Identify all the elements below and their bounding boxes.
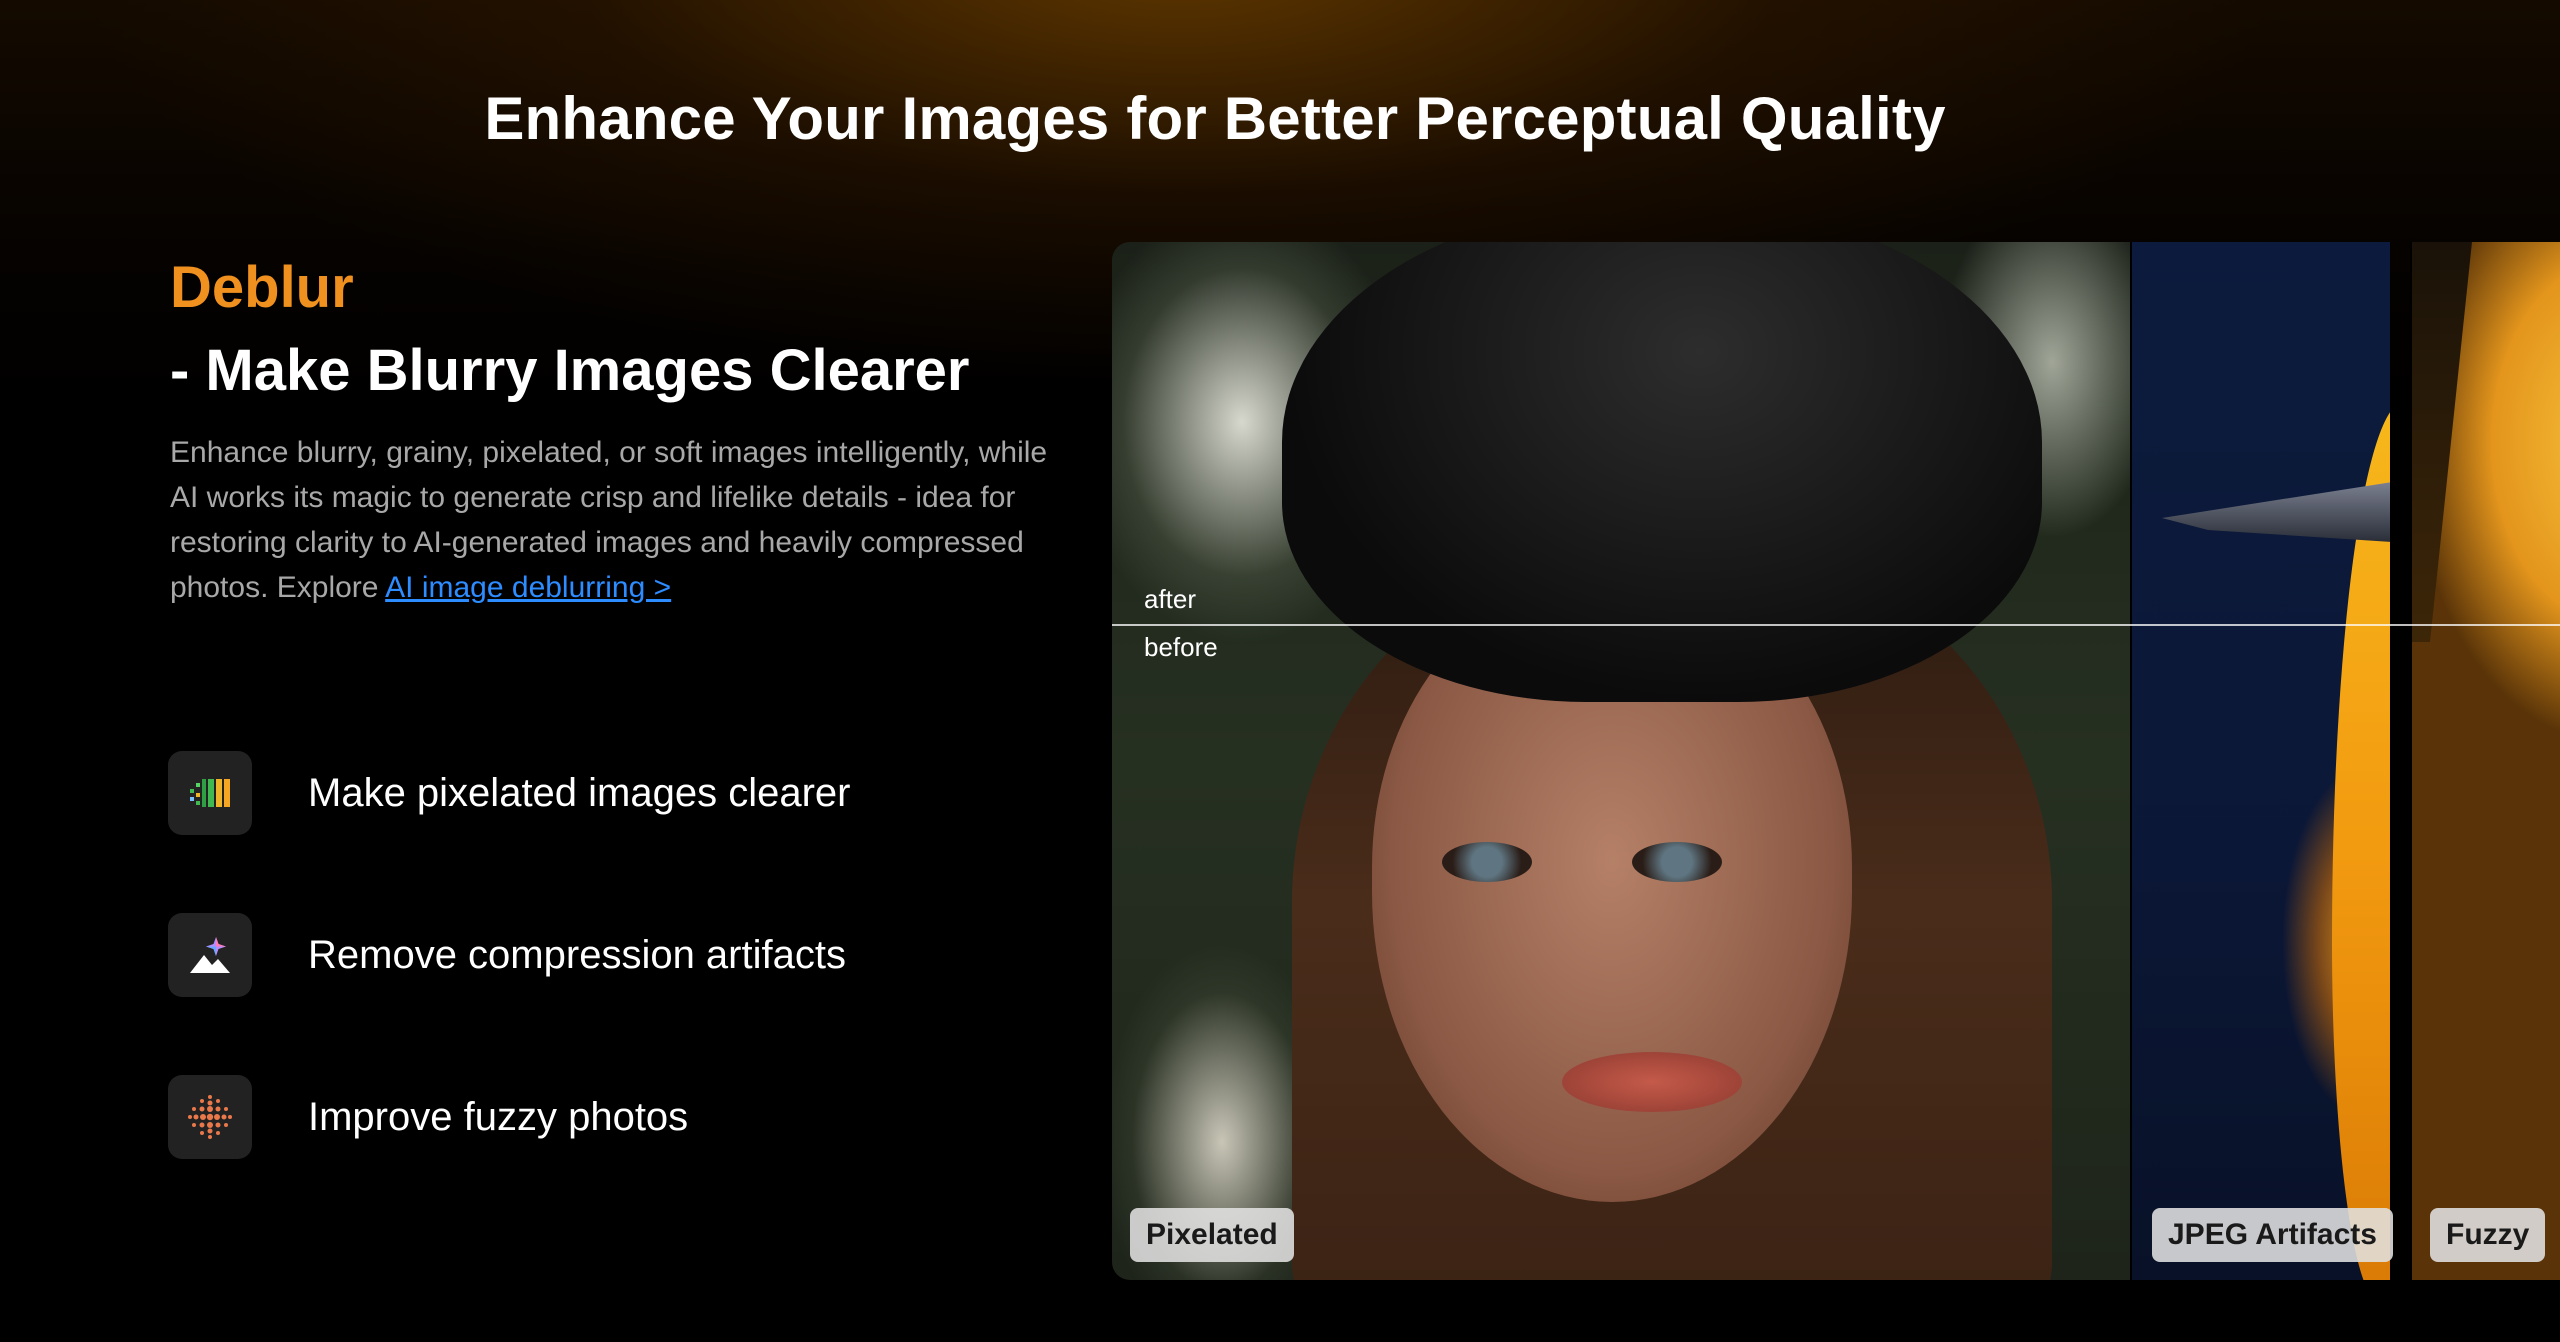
deblur-link[interactable]: AI image deblurring > xyxy=(385,571,671,604)
fuzzy-shape xyxy=(2412,242,2472,642)
pixel-bars-icon xyxy=(168,751,252,835)
tag-fuzzy: Fuzzy xyxy=(2430,1208,2546,1262)
comparison-gallery[interactable]: after before Pixelated JPEG Artifacts Fu… xyxy=(1112,242,2560,1280)
before-after-divider[interactable] xyxy=(1112,624,2560,626)
beak-shape xyxy=(2162,482,2390,542)
feature-points: Make pixelated images clearer Remove com… xyxy=(168,750,1048,1236)
tag-pixelated: Pixelated xyxy=(1130,1208,1294,1262)
eye-shape xyxy=(1632,842,1722,882)
lips-shape xyxy=(1562,1052,1742,1112)
jpeg-comparison-image[interactable] xyxy=(2132,242,2390,1280)
point-compression: Remove compression artifacts xyxy=(168,912,1048,998)
point-label: Improve fuzzy photos xyxy=(308,1094,689,1139)
feature-description: Enhance blurry, grainy, pixelated, or so… xyxy=(170,430,1050,610)
feature-name: Deblur xyxy=(170,255,354,320)
point-pixelated: Make pixelated images clearer xyxy=(168,750,1048,836)
dot-grid-icon xyxy=(168,1075,252,1159)
hat-shape xyxy=(1282,242,2042,702)
page: Enhance Your Images for Better Perceptua… xyxy=(0,0,2560,1342)
after-label: after xyxy=(1144,584,1197,614)
page-title: Enhance Your Images for Better Perceptua… xyxy=(484,85,1946,152)
pixelated-comparison-image[interactable] xyxy=(1112,242,2130,1280)
feature-text: Deblur - Make Blurry Images Clearer Enha… xyxy=(170,250,1050,610)
point-label: Make pixelated images clearer xyxy=(308,770,851,815)
sparkle-mountain-icon xyxy=(168,913,252,997)
fuzzy-comparison-image[interactable] xyxy=(2412,242,2560,1280)
eye-shape xyxy=(1442,842,1532,882)
point-fuzzy: Improve fuzzy photos xyxy=(168,1074,1048,1160)
feature-subtitle: - Make Blurry Images Clearer xyxy=(170,338,970,403)
tag-jpeg-artifacts: JPEG Artifacts xyxy=(2152,1208,2393,1262)
point-label: Remove compression artifacts xyxy=(308,932,846,977)
before-label: before xyxy=(1144,632,1218,662)
